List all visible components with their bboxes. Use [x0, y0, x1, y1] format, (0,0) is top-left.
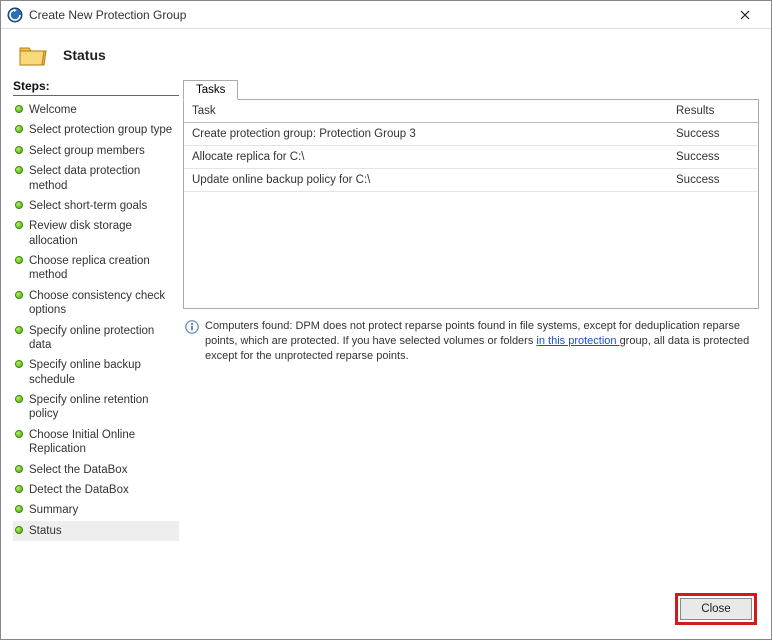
page-title: Status	[63, 47, 106, 63]
tabs-row: Tasks	[183, 79, 759, 99]
step-label: Choose Initial Online Replication	[29, 428, 177, 457]
table-row[interactable]: Allocate replica for C:\Success	[184, 146, 758, 169]
step-item[interactable]: Choose replica creation method	[13, 251, 179, 286]
table-row[interactable]: Create protection group: Protection Grou…	[184, 123, 758, 146]
step-item[interactable]: Select short-term goals	[13, 196, 179, 216]
step-label: Select short-term goals	[29, 199, 147, 213]
step-item[interactable]: Choose Initial Online Replication	[13, 425, 179, 460]
step-dot-icon	[15, 505, 23, 513]
step-dot-icon	[15, 105, 23, 113]
info-text: Computers found: DPM does not protect re…	[205, 319, 757, 364]
steps-sidebar: Steps: Welcome Select protection group ty…	[13, 79, 183, 583]
column-header-results[interactable]: Results	[668, 100, 758, 123]
steps-title: Steps:	[13, 79, 179, 96]
step-dot-icon	[15, 465, 23, 473]
step-item[interactable]: Review disk storage allocation	[13, 216, 179, 251]
step-item[interactable]: Select the DataBox	[13, 460, 179, 480]
step-dot-icon	[15, 166, 23, 174]
step-item[interactable]: Welcome	[13, 100, 179, 120]
content-area: Tasks Task Results Create protection gro…	[183, 79, 759, 583]
step-label: Select group members	[29, 144, 145, 158]
close-button[interactable]: Close	[680, 598, 752, 620]
step-dot-icon	[15, 326, 23, 334]
step-dot-icon	[15, 256, 23, 264]
table-row[interactable]: Update online backup policy for C:\Succe…	[184, 169, 758, 192]
step-label: Choose replica creation method	[29, 254, 177, 283]
step-dot-icon	[15, 291, 23, 299]
main-area: Steps: Welcome Select protection group ty…	[1, 79, 771, 583]
column-header-task[interactable]: Task	[184, 100, 668, 123]
step-label: Select data protection method	[29, 164, 177, 193]
cell-task: Create protection group: Protection Grou…	[184, 123, 668, 146]
step-label: Choose consistency check options	[29, 289, 177, 318]
step-item[interactable]: Specify online protection data	[13, 321, 179, 356]
steps-list: Welcome Select protection group type Selec…	[13, 100, 179, 541]
step-dot-icon	[15, 221, 23, 229]
step-item[interactable]: Select group members	[13, 141, 179, 161]
step-label: Specify online backup schedule	[29, 358, 177, 387]
app-icon	[7, 7, 23, 23]
step-item[interactable]: Summary	[13, 500, 179, 520]
step-label: Specify online protection data	[29, 324, 177, 353]
step-dot-icon	[15, 526, 23, 534]
step-label: Review disk storage allocation	[29, 219, 177, 248]
close-button-highlight: Close	[675, 593, 757, 625]
window-close-button[interactable]	[725, 1, 765, 28]
close-icon	[740, 10, 750, 20]
step-dot-icon	[15, 485, 23, 493]
info-link[interactable]: in this protection	[536, 335, 619, 347]
tab-tasks[interactable]: Tasks	[183, 80, 238, 100]
step-dot-icon	[15, 430, 23, 438]
step-dot-icon	[15, 360, 23, 368]
cell-result: Success	[668, 123, 758, 146]
step-label: Summary	[29, 503, 78, 517]
step-item[interactable]: Select data protection method	[13, 161, 179, 196]
step-dot-icon	[15, 146, 23, 154]
tasks-panel: Task Results Create protection group: Pr…	[183, 99, 759, 309]
step-label: Detect the DataBox	[29, 483, 129, 497]
step-item[interactable]: Specify online backup schedule	[13, 355, 179, 390]
step-label: Specify online retention policy	[29, 393, 177, 422]
step-item[interactable]: Status	[13, 521, 179, 541]
step-dot-icon	[15, 125, 23, 133]
window-title: Create New Protection Group	[29, 8, 725, 22]
page-header: Status	[1, 29, 771, 79]
cell-task: Update online backup policy for C:\	[184, 169, 668, 192]
tasks-table: Task Results Create protection group: Pr…	[184, 100, 758, 192]
step-item[interactable]: Choose consistency check options	[13, 286, 179, 321]
titlebar: Create New Protection Group	[1, 1, 771, 29]
info-message: Computers found: DPM does not protect re…	[183, 309, 759, 364]
step-label: Select protection group type	[29, 123, 172, 137]
folder-icon	[19, 43, 47, 67]
step-dot-icon	[15, 395, 23, 403]
step-item[interactable]: Specify online retention policy	[13, 390, 179, 425]
cell-task: Allocate replica for C:\	[184, 146, 668, 169]
dialog-footer: Close	[1, 583, 771, 639]
cell-result: Success	[668, 169, 758, 192]
step-item[interactable]: Select protection group type	[13, 120, 179, 140]
info-icon	[185, 320, 199, 334]
step-dot-icon	[15, 201, 23, 209]
step-item[interactable]: Detect the DataBox	[13, 480, 179, 500]
cell-result: Success	[668, 146, 758, 169]
dialog-window: Create New Protection Group Status Steps…	[0, 0, 772, 640]
step-label: Status	[29, 524, 62, 538]
step-label: Select the DataBox	[29, 463, 127, 477]
step-label: Welcome	[29, 103, 77, 117]
